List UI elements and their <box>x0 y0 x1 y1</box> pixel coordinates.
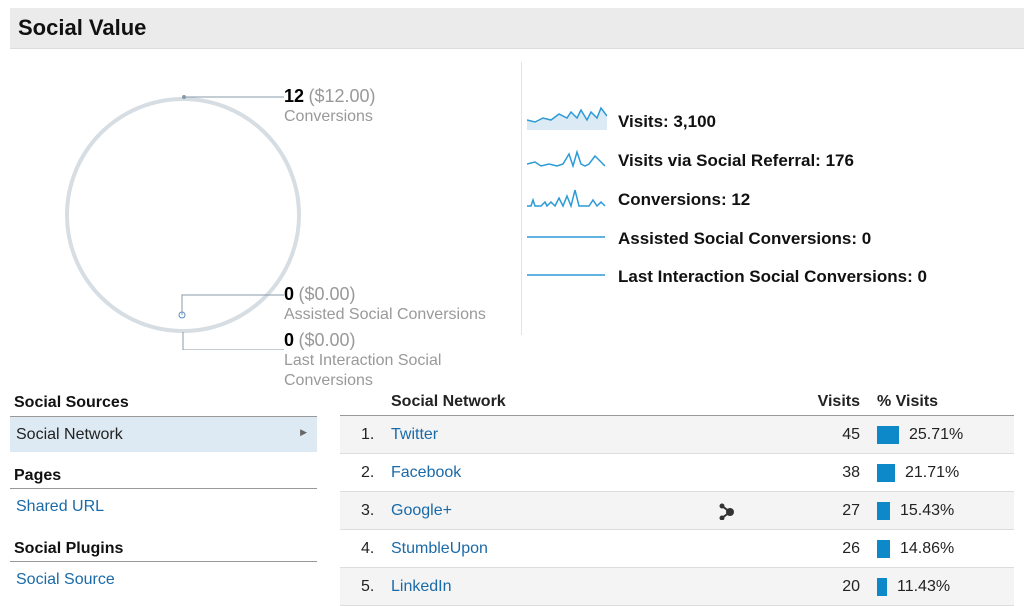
pct-bar <box>877 578 887 596</box>
table-header: Social Network Visits % Visits <box>340 393 1014 416</box>
network-link[interactable]: StumbleUpon <box>391 540 488 558</box>
row-number: 5. <box>361 578 375 595</box>
table-row: 3. Google+ 27 15.43% <box>340 492 1014 530</box>
visits-value: 45 <box>842 426 860 443</box>
divider <box>521 62 522 335</box>
metric-social-referral: Visits via Social Referral: 176 <box>618 151 854 170</box>
row-number: 3. <box>361 502 375 519</box>
metric-visits: Visits: 3,100 <box>618 112 716 131</box>
sidebar-item-shared-url[interactable]: Shared URL <box>16 498 104 516</box>
sidebar-item-social-source[interactable]: Social Source <box>16 571 115 589</box>
table-row: 1. Twitter 45 25.71% <box>340 416 1014 454</box>
metric-assisted: Assisted Social Conversions: 0 <box>618 229 872 248</box>
pct-value: 14.86% <box>900 540 955 557</box>
pct-value: 15.43% <box>900 502 955 519</box>
pct-bar <box>877 464 895 482</box>
network-link[interactable]: Google+ <box>391 502 452 520</box>
table-row: 4. StumbleUpon 26 14.86% <box>340 530 1014 568</box>
visits-value: 38 <box>842 464 860 481</box>
visits-value: 20 <box>842 578 860 595</box>
divider <box>10 561 317 562</box>
divider <box>10 488 317 489</box>
social-plugins-heading: Social Plugins <box>14 540 124 557</box>
pct-value: 25.71% <box>909 426 964 443</box>
row-number: 2. <box>361 464 375 481</box>
pct-value: 11.43% <box>897 578 951 595</box>
assisted-sparkline <box>527 236 605 238</box>
page-header: Social Value <box>10 8 1024 49</box>
last-interaction-sparkline <box>527 274 605 276</box>
visits-value: 27 <box>842 502 860 519</box>
sidebar-item-social-network[interactable]: Social Network ▶ <box>10 417 317 452</box>
social-sources-heading: Social Sources <box>14 394 129 411</box>
table-row: 2. Facebook 38 21.71% <box>340 454 1014 492</box>
table-row: 5. LinkedIn 20 11.43% <box>340 568 1014 606</box>
visits-sparkline <box>527 106 607 130</box>
conversions-sparkline <box>527 189 606 209</box>
metric-last-interaction: Last Interaction Social Conversions: 0 <box>618 267 927 286</box>
conversions-callout: 12 ($12.00) Conversions <box>284 86 376 125</box>
last-interaction-callout: 0 ($0.00) Last Interaction Social Convers… <box>284 330 442 389</box>
activity-stream-icon[interactable] <box>718 502 736 520</box>
network-link[interactable]: Twitter <box>391 426 438 444</box>
pct-value: 21.71% <box>905 464 960 481</box>
row-number: 1. <box>361 426 375 443</box>
pct-bar <box>877 502 890 520</box>
caret-right-icon: ▶ <box>300 427 307 437</box>
pages-heading: Pages <box>14 467 62 484</box>
visits-value: 26 <box>842 540 860 557</box>
pct-bar <box>877 426 899 444</box>
row-number: 4. <box>361 540 375 557</box>
page-title: Social Value <box>18 15 147 40</box>
pct-bar <box>877 540 890 558</box>
metric-conversions: Conversions: 12 <box>618 190 751 209</box>
network-link[interactable]: LinkedIn <box>391 578 452 596</box>
network-link[interactable]: Facebook <box>391 464 461 482</box>
assisted-callout: 0 ($0.00) Assisted Social Conversions <box>284 284 486 323</box>
social-referral-sparkline <box>527 149 606 169</box>
